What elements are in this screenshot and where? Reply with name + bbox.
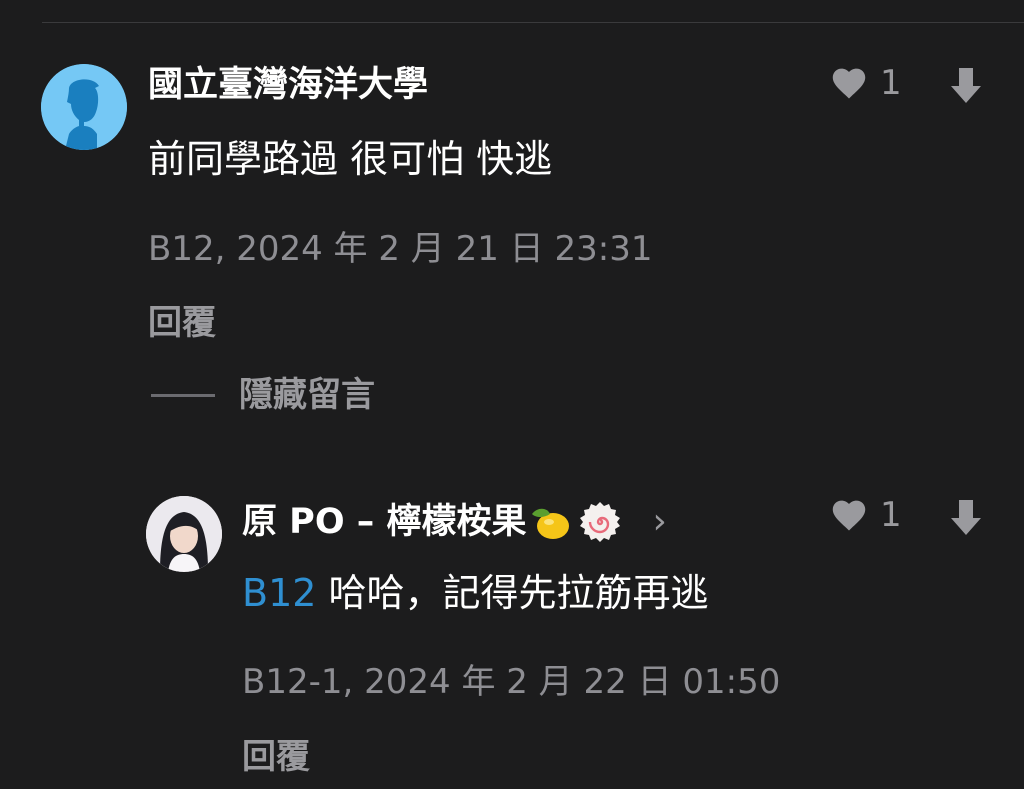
reply-text: B12 哈哈，記得先拉筋再逃 — [242, 574, 709, 612]
reply-like-button[interactable]: 1 — [830, 498, 902, 532]
reply-author-avatar[interactable] — [146, 496, 222, 572]
lemon-emoji-icon — [532, 508, 570, 539]
heart-icon — [832, 68, 866, 99]
reply-meta: B12-1, 2024 年 2 月 22 日 01:50 — [242, 662, 781, 702]
person-silhouette-icon — [41, 64, 127, 150]
default-user-avatar[interactable] — [41, 64, 127, 150]
reply-author-name[interactable]: 原 PO – 檸檬桉果 › — [242, 500, 667, 544]
reply-author-label: 原 PO – 檸檬桉果 — [242, 501, 527, 542]
reply-button[interactable]: 回覆 — [148, 306, 216, 340]
mention-link[interactable]: B12 — [242, 571, 316, 615]
comment-author-name[interactable]: 國立臺灣海洋大學 — [148, 68, 428, 103]
like-button[interactable]: 1 — [830, 66, 902, 100]
top-divider — [42, 22, 1024, 23]
downvote-arrow-icon[interactable] — [948, 66, 984, 106]
heart-icon — [832, 500, 866, 531]
naruto-fishcake-emoji-icon — [580, 502, 621, 542]
like-count: 1 — [880, 63, 902, 103]
hide-comments-toggle[interactable]: 隱藏留言 — [151, 378, 375, 412]
hide-comments-label: 隱藏留言 — [239, 375, 375, 415]
reply-like-count: 1 — [880, 495, 902, 535]
comment-meta: B12, 2024 年 2 月 21 日 23:31 — [148, 229, 653, 269]
hide-divider-line — [151, 393, 215, 397]
reply-to-reply-button[interactable]: 回覆 — [242, 740, 310, 774]
chevron-right-icon: › — [652, 501, 667, 542]
reply-downvote-arrow-icon[interactable] — [948, 498, 984, 538]
reply-text-body: 哈哈，記得先拉筋再逃 — [316, 571, 709, 615]
profile-photo — [146, 496, 222, 572]
comment-text: 前同學路過 很可怕 快逃 — [148, 137, 553, 181]
